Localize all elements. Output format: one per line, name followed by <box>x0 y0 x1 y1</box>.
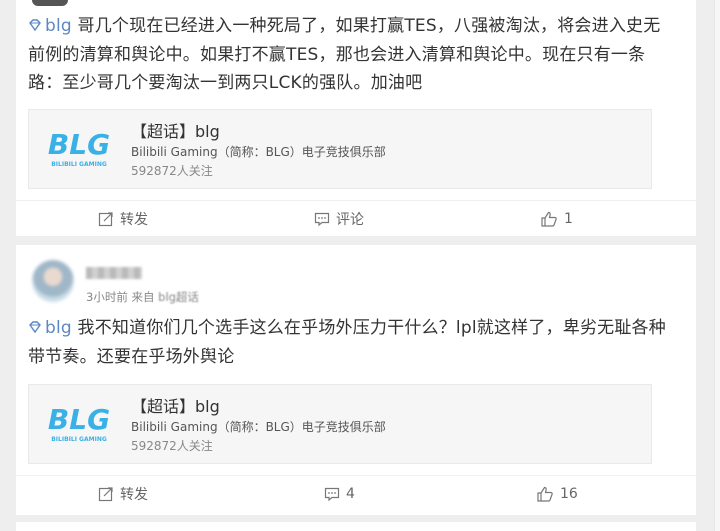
post-source[interactable]: blg超话 <box>158 290 199 304</box>
topic-subtitle: Bilibili Gaming（简称：BLG）电子竞技俱乐部 <box>131 420 386 434</box>
like-button[interactable]: 16 <box>536 476 578 512</box>
comment-count: 4 <box>346 486 355 502</box>
svg-text:BILIBILI GAMING: BILIBILI GAMING <box>51 436 107 443</box>
comment-icon <box>314 212 330 227</box>
super-topic-card[interactable]: BLG BILIBILI GAMING 【超话】blg Bilibili Gam… <box>28 384 652 464</box>
topic-followers: 592872人关注 <box>131 164 213 178</box>
comment-button[interactable]: 评论 <box>314 201 364 237</box>
action-bar: 转发 4 16 <box>16 475 696 512</box>
post-text: blg 哥几个现在已经进入一种死局了，如果打赢TES，八强被淘汰，将会进入史无前… <box>28 12 676 98</box>
username[interactable] <box>86 267 142 279</box>
action-bar: 转发 评论 1 <box>16 200 696 237</box>
diamond-icon <box>29 19 41 32</box>
blg-logo: BLG BILIBILI GAMING <box>48 403 110 443</box>
avatar[interactable] <box>32 260 74 302</box>
comment-count: 评论 <box>336 212 364 228</box>
topic-subtitle: Bilibili Gaming（简称：BLG）电子竞技俱乐部 <box>131 145 386 159</box>
topic-followers: 592872人关注 <box>131 439 213 453</box>
post-time[interactable]: 3小时前 <box>86 290 128 304</box>
like-count: 16 <box>560 486 578 502</box>
svg-text:BLG: BLG <box>48 403 110 436</box>
post-card-3 <box>16 522 696 531</box>
comment-icon <box>324 487 340 502</box>
repost-button[interactable]: 转发 <box>98 476 148 512</box>
post-body: 我不知道你们几个选手这么在乎场外压力干什么？lpl就这样了，卑劣无耻各种带节奏。… <box>28 318 666 367</box>
avatar[interactable] <box>32 0 68 6</box>
source-prefix: 来自 <box>131 290 155 304</box>
repost-label: 转发 <box>120 212 148 228</box>
comment-button[interactable]: 4 <box>324 476 355 512</box>
post-card-1: blg 哥几个现在已经进入一种死局了，如果打赢TES，八强被淘汰，将会进入史无前… <box>16 0 696 236</box>
post-card-2: 3小时前 来自 blg超话 blg 我不知道你们几个选手这么在乎场外压力干什么？… <box>16 245 696 515</box>
svg-text:BLG: BLG <box>48 128 110 161</box>
svg-text:BILIBILI GAMING: BILIBILI GAMING <box>51 161 107 168</box>
super-topic-tag[interactable]: blg <box>28 318 72 338</box>
like-button[interactable]: 1 <box>540 201 573 237</box>
post-text: blg 我不知道你们几个选手这么在乎场外压力干什么？lpl就这样了，卑劣无耻各种… <box>28 314 676 371</box>
like-count: 1 <box>564 211 573 227</box>
thumbs-up-icon <box>541 211 557 227</box>
post-body: 哥几个现在已经进入一种死局了，如果打赢TES，八强被淘汰，将会进入史无前例的清算… <box>28 16 661 93</box>
diamond-icon <box>29 321 41 334</box>
thumbs-up-icon <box>537 486 553 502</box>
scrollbar-track[interactable] <box>714 0 720 531</box>
topic-title[interactable]: 【超话】blg <box>131 118 220 142</box>
post-meta: 3小时前 来自 blg超话 <box>86 289 199 305</box>
repost-label: 转发 <box>120 487 148 503</box>
super-topic-tag[interactable]: blg <box>28 16 72 36</box>
repost-icon <box>98 487 113 502</box>
super-topic-card[interactable]: BLG BILIBILI GAMING 【超话】blg Bilibili Gam… <box>28 109 652 189</box>
repost-button[interactable]: 转发 <box>98 201 148 237</box>
topic-title[interactable]: 【超话】blg <box>131 393 220 417</box>
blg-logo: BLG BILIBILI GAMING <box>48 128 110 168</box>
repost-icon <box>98 212 113 227</box>
